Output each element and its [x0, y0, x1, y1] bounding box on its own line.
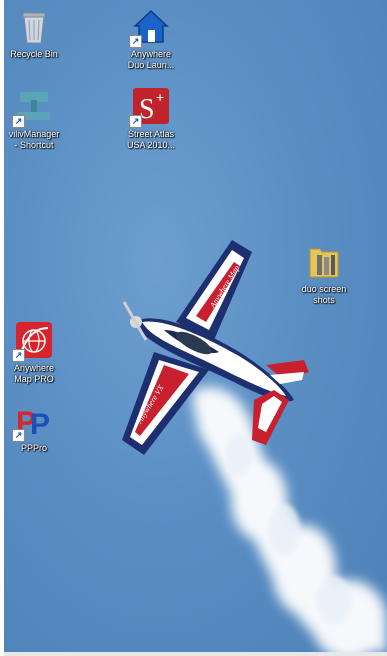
pp-logo-icon: P P ↗ — [12, 400, 54, 442]
desktop-icon-pppro[interactable]: P P ↗ PPPro — [4, 400, 71, 454]
shortcut-arrow-icon: ↗ — [12, 349, 25, 362]
manager-icon: ↗ — [12, 86, 54, 128]
recycle-bin-label: Recycle Bin — [10, 49, 58, 59]
desktop-icon-anywhere-map-pro[interactable]: ↗ Anywhere Map PRO — [4, 320, 71, 385]
globe-icon: ↗ — [12, 320, 54, 362]
desktop-icon-vilivmanager-shortcut[interactable]: ↗ vilivManager - Shortcut — [4, 86, 71, 151]
vilivmanager-label: vilivManager - Shortcut — [8, 129, 60, 150]
street-atlas-label: Street Atlas USA 2010... — [126, 129, 176, 150]
shortcut-arrow-icon: ↗ — [12, 429, 25, 442]
desktop-icon-street-atlas-usa[interactable]: S + ↗ Street Atlas USA 2010... — [114, 86, 188, 151]
shortcut-arrow-icon: ↗ — [12, 115, 25, 128]
house-icon: ↗ — [129, 6, 171, 48]
desktop-icon-recycle-bin[interactable]: Recycle Bin — [4, 6, 71, 60]
anywhere-map-pro-label: Anywhere Map PRO — [13, 363, 55, 384]
bottom-edge — [4, 652, 387, 656]
pppro-label: PPPro — [20, 443, 47, 453]
desktop-icon-duo-screen-shots[interactable]: duo screen shots — [287, 241, 361, 306]
shortcut-arrow-icon: ↗ — [129, 35, 142, 48]
anywhere-duo-launcher-label: Anywhere Duo Laun... — [127, 49, 175, 70]
desktop[interactable]: Anywhere Map Anywhere VX Recycle Bin ↗ A… — [4, 0, 387, 652]
desktop-icon-anywhere-duo-launcher[interactable]: ↗ Anywhere Duo Laun... — [114, 6, 188, 71]
folder-icon — [304, 241, 344, 281]
recycle-bin-icon — [14, 6, 54, 46]
s-plus-icon: S + ↗ — [129, 86, 171, 128]
shortcut-arrow-icon: ↗ — [129, 115, 142, 128]
svg-text:P: P — [30, 408, 50, 440]
svg-text:+: + — [156, 89, 164, 105]
duo-screen-shots-label: duo screen shots — [301, 284, 347, 305]
